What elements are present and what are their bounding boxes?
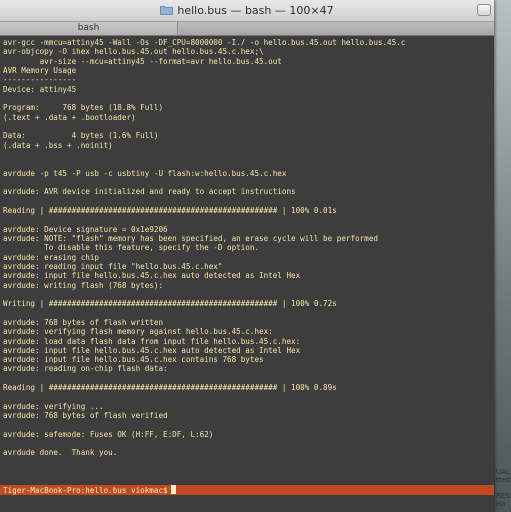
terminal-line: ---------------- (3, 75, 77, 85)
folder-icon (160, 6, 174, 15)
terminal-line: avrdude: input file hello.bus.45.c.hex a… (3, 345, 301, 355)
desktop-text-fragment: UAL (496, 468, 510, 476)
terminal-line: avrdude: reading on-chip flash data: (3, 364, 168, 374)
terminal-line: avrdude: safemode: Fuses OK (H:FF, E:DF,… (3, 429, 214, 439)
text-cursor (170, 485, 176, 494)
terminal-line: avrdude: verifying ... (3, 401, 104, 411)
terminal-line: To disable this feature, specify the -D … (3, 243, 260, 253)
terminal-line: Reading | ##############################… (3, 383, 337, 393)
terminal-lines: avr-gcc -mmcu=attiny45 -Wall -Os -DF_CPU… (3, 38, 492, 467)
terminal-line: avrdude: input file hello.bus.45.c.hex a… (3, 271, 301, 281)
terminal-line: avrdude: verifying flash memory against … (3, 327, 273, 337)
terminal-line: AVR Memory Usage (3, 65, 77, 75)
terminal-line: avrdude: AVR device initialized and read… (3, 187, 296, 197)
terminal-line: avrdude done. Thank you. (3, 448, 118, 458)
shell-prompt: Tiger-MacBook-Pro:hello.bus viokmac$ (3, 486, 168, 495)
desktop-text-fragment: RESSI (496, 492, 511, 500)
terminal-line: Device: attiny45 (3, 84, 77, 94)
terminal-line: avrdude: writing flash (768 bytes): (3, 280, 164, 290)
terminal-line: (.text + .data + .bootloader) (3, 112, 136, 122)
terminal-line: avrdude -p t45 -P usb -c usbtiny -U flas… (3, 168, 287, 178)
desktop-text-fragment: tted (496, 476, 511, 484)
title-bar[interactable]: hello.bus — bash — 100×47 (0, 0, 494, 22)
terminal-output[interactable]: avr-gcc -mmcu=attiny45 -Wall -Os -DF_CPU… (0, 36, 494, 512)
tab-bar: bash (0, 22, 494, 36)
window-title-text: hello.bus — bash — 100×47 (177, 4, 334, 17)
terminal-line: Reading | ##############################… (3, 205, 337, 215)
terminal-line: avrdude: 768 bytes of flash verified (3, 411, 168, 421)
window-title: hello.bus — bash — 100×47 (0, 4, 494, 17)
terminal-line: avr-objcopy -O ihex hello.bus.45.out hel… (3, 47, 264, 57)
terminal-line: avrdude: load data flash data from input… (3, 336, 301, 346)
terminal-line: avrdude: NOTE: "flash" memory has been s… (3, 233, 378, 243)
desktop-background (494, 0, 511, 512)
terminal-line: avrdude: erasing chip (3, 252, 100, 262)
terminal-line: avrdude: input file hello.bus.45.c.hex c… (3, 355, 264, 365)
terminal-line: avr-gcc -mmcu=attiny45 -Wall -Os -DF_CPU… (3, 38, 406, 47)
terminal-line: avr-size --mcu=attiny45 --format=avr hel… (3, 56, 282, 66)
terminal-window: hello.bus — bash — 100×47 bash avr-gcc -… (0, 0, 494, 512)
terminal-line: avrdude: Device signature = 0x1e9206 (3, 224, 168, 234)
desktop-text-fragment: Ha (496, 500, 506, 508)
terminal-line: Writing | ##############################… (3, 299, 337, 309)
tab-bash[interactable]: bash (0, 22, 178, 35)
terminal-line: (.data + .bss + .noinit) (3, 140, 113, 150)
terminal-line: avrdude: reading input file "hello.bus.4… (3, 261, 223, 271)
terminal-line: Program: 768 bytes (18.8% Full) (3, 103, 164, 113)
toolbar-toggle-icon[interactable] (477, 4, 491, 16)
terminal-line: Data: 4 bytes (1.6% Full) (3, 131, 159, 141)
terminal-line: avrdude: 768 bytes of flash written (3, 317, 164, 327)
prompt-line[interactable]: Tiger-MacBook-Pro:hello.bus viokmac$ (0, 485, 494, 495)
